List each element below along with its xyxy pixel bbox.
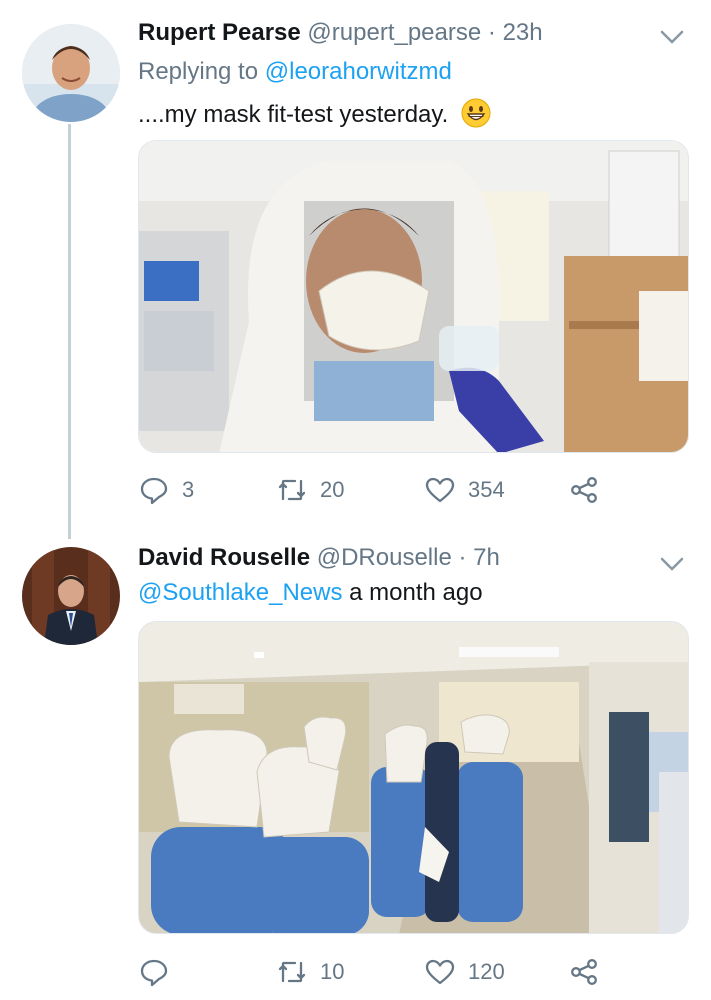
tweet-photo[interactable] bbox=[138, 140, 689, 453]
separator-dot: · bbox=[458, 544, 467, 571]
retweet-count: 10 bbox=[320, 959, 345, 984]
chevron-down-icon[interactable] bbox=[659, 28, 685, 46]
mention-link[interactable]: @Southlake_News bbox=[138, 579, 342, 606]
tweet-actions: 10 120 bbox=[138, 952, 689, 992]
retweet-button[interactable]: 10 bbox=[276, 952, 344, 992]
display-name[interactable]: David Rouselle bbox=[138, 544, 310, 571]
avatar[interactable] bbox=[22, 547, 120, 645]
tweet-photo[interactable] bbox=[138, 621, 689, 934]
separator-dot: · bbox=[487, 19, 496, 46]
like-icon bbox=[425, 477, 455, 503]
tweet[interactable]: Rupert Pearse @rupert_pearse · 23h Reply… bbox=[0, 0, 711, 535]
like-icon bbox=[425, 959, 455, 985]
reply-mention-link[interactable]: @leorahorwitzmd bbox=[265, 58, 452, 85]
avatar[interactable] bbox=[22, 24, 120, 122]
display-name[interactable]: Rupert Pearse bbox=[138, 19, 301, 46]
user-handle[interactable]: @rupert_pearse bbox=[307, 19, 481, 46]
tweet-header: David Rouselle @DRouselle · 7h bbox=[138, 543, 681, 573]
retweet-count: 20 bbox=[320, 477, 345, 502]
reply-count: 3 bbox=[182, 477, 195, 502]
tweet-text: ....my mask fit-test yesterday. bbox=[138, 98, 491, 131]
reply-button[interactable]: 3 bbox=[138, 470, 194, 510]
timestamp[interactable]: 7h bbox=[473, 544, 500, 571]
user-handle[interactable]: @DRouselle bbox=[317, 544, 452, 571]
chevron-down-icon[interactable] bbox=[659, 555, 685, 573]
share-icon bbox=[571, 959, 597, 985]
tweet-text: @Southlake_News a month ago bbox=[138, 577, 483, 609]
retweet-button[interactable]: 20 bbox=[276, 470, 344, 510]
tweet-header: Rupert Pearse @rupert_pearse · 23h bbox=[138, 18, 681, 48]
share-icon bbox=[571, 477, 597, 503]
like-button[interactable]: 354 bbox=[424, 470, 505, 510]
retweet-icon bbox=[278, 479, 306, 501]
tweet-text-content: ....my mask fit-test yesterday. bbox=[138, 101, 449, 128]
reply-icon bbox=[140, 959, 168, 987]
tweet-actions: 3 20 354 bbox=[138, 470, 689, 510]
tweet[interactable]: David Rouselle @DRouselle · 7h @Southlak… bbox=[0, 535, 711, 1000]
replying-prefix: Replying to bbox=[138, 58, 259, 85]
like-count: 354 bbox=[468, 477, 505, 502]
timestamp[interactable]: 23h bbox=[503, 19, 543, 46]
tweet-text-content: a month ago bbox=[342, 579, 483, 606]
replying-to: Replying to @leorahorwitzmd bbox=[138, 56, 452, 88]
retweet-icon bbox=[278, 961, 306, 983]
share-button[interactable] bbox=[568, 952, 600, 992]
grinning-face-emoji bbox=[461, 98, 491, 128]
reply-icon bbox=[140, 477, 168, 505]
share-button[interactable] bbox=[568, 470, 600, 510]
like-count: 120 bbox=[468, 959, 505, 984]
reply-button[interactable] bbox=[138, 952, 170, 992]
like-button[interactable]: 120 bbox=[424, 952, 505, 992]
